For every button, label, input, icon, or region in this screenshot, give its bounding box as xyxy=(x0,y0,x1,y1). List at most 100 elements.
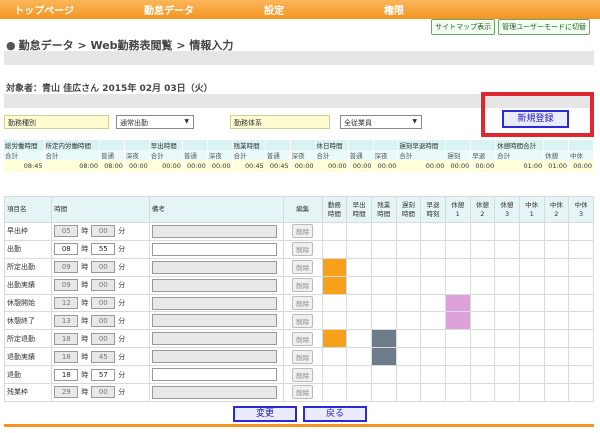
hour-unit: 時 xyxy=(81,263,89,272)
change-button[interactable]: 変更 xyxy=(233,406,297,422)
hour-input[interactable]: 29 xyxy=(54,386,79,399)
summary-value: 00:00 xyxy=(124,160,150,172)
remark-input[interactable] xyxy=(151,385,277,399)
remark-input[interactable] xyxy=(151,332,277,346)
delete-button[interactable]: 削除 xyxy=(292,260,314,275)
row-label: 休憩終了 xyxy=(3,311,53,331)
delete-button[interactable]: 削除 xyxy=(292,349,314,364)
table-row: 残業枠 29 時 00 分 削除 xyxy=(3,383,594,402)
hour-unit: 時 xyxy=(81,334,89,343)
summary-subheader: 休憩 xyxy=(543,150,570,160)
row-label: 残業枠 xyxy=(3,383,53,402)
hour-input[interactable]: 18 xyxy=(54,350,79,363)
hour-unit: 時 xyxy=(81,316,89,325)
remark-input[interactable] xyxy=(151,350,277,364)
summary-value: 00:45 xyxy=(265,160,291,172)
summary-group-header xyxy=(207,140,233,150)
work-system-select[interactable]: 全従業員 ▼ xyxy=(340,115,422,129)
remark-input[interactable] xyxy=(151,224,277,238)
hour-unit: 時 xyxy=(81,245,89,254)
timeline-cell-filled xyxy=(321,257,348,277)
nav-attendance-data[interactable]: 勤怠データ xyxy=(124,2,214,17)
work-type-select[interactable]: 通常出勤 ▼ xyxy=(116,115,194,129)
minute-unit: 分 xyxy=(118,370,126,379)
summary-value: 00:00 xyxy=(182,160,208,172)
remark-input[interactable] xyxy=(151,296,277,310)
new-register-button[interactable]: 新規登録 xyxy=(502,110,569,128)
delete-button[interactable]: 削除 xyxy=(292,367,314,382)
timeline-cell xyxy=(568,239,594,259)
minute-input[interactable]: 00 xyxy=(91,261,116,274)
summary-group-header: 所定内労働時間 xyxy=(44,140,101,150)
timeline-cell xyxy=(321,347,348,367)
time-cell: 08 時 55 分 xyxy=(51,239,150,259)
time-cell: 05 時 00 分 xyxy=(51,222,150,241)
summary-value: 00:00 xyxy=(315,160,349,172)
edit-cell: 削除 xyxy=(282,275,323,295)
remark-input[interactable] xyxy=(151,314,277,328)
minute-input[interactable]: 00 xyxy=(91,314,116,327)
hour-input[interactable]: 18 xyxy=(54,332,79,345)
delete-button[interactable]: 削除 xyxy=(292,313,314,328)
back-button[interactable]: 戻る xyxy=(303,406,367,422)
summary-group-header: 総労働時間 xyxy=(4,140,45,150)
minute-input[interactable]: 00 xyxy=(91,297,116,309)
summary-group-header xyxy=(290,140,316,150)
hour-input[interactable]: 08 xyxy=(54,243,79,256)
admin-mode-button[interactable]: 管理ユーザーモードに切替 xyxy=(498,19,590,35)
timeline-cell xyxy=(568,222,594,241)
timeline-cell xyxy=(346,347,372,367)
timeline-cell xyxy=(518,257,545,277)
minute-input[interactable]: 57 xyxy=(91,368,116,381)
delete-button[interactable]: 削除 xyxy=(292,296,314,310)
minute-input[interactable]: 00 xyxy=(91,225,116,238)
timeline-cell xyxy=(444,329,471,349)
hour-input[interactable]: 09 xyxy=(54,279,79,292)
sitemap-button[interactable]: サイトマップ表示 xyxy=(431,19,496,35)
hour-input[interactable]: 13 xyxy=(54,314,79,327)
hour-input[interactable]: 12 xyxy=(54,297,79,309)
table-row: 休憩開始 12 時 00 分 削除 xyxy=(3,293,594,313)
divider-bar xyxy=(4,51,594,65)
summary-subheader: 合計 xyxy=(315,150,349,160)
nav-permissions[interactable]: 権限 xyxy=(364,2,424,17)
minute-input[interactable]: 55 xyxy=(91,243,116,256)
summary-value: 00:00 xyxy=(207,160,233,172)
hour-input[interactable]: 09 xyxy=(54,261,79,274)
timeline-cell xyxy=(321,383,348,402)
summary-value: 00:00 xyxy=(397,160,447,172)
delete-button[interactable]: 削除 xyxy=(292,224,314,239)
nav-top-page[interactable]: トップページ xyxy=(4,2,84,17)
timeline-cell xyxy=(420,329,446,349)
summary-value: 00:00 xyxy=(149,160,183,172)
timeline-cell xyxy=(444,222,471,241)
timeline-cell xyxy=(469,383,496,402)
hour-input[interactable]: 18 xyxy=(54,368,79,381)
timeline-cell xyxy=(518,239,545,259)
hour-input[interactable]: 05 xyxy=(54,225,79,238)
nav-settings[interactable]: 設定 xyxy=(244,2,304,17)
remark-input[interactable] xyxy=(151,278,277,292)
delete-button[interactable]: 削除 xyxy=(292,331,314,346)
timeline-cell xyxy=(568,293,594,313)
delete-button[interactable]: 削除 xyxy=(292,385,314,400)
minute-input[interactable]: 45 xyxy=(91,350,116,363)
minute-input[interactable]: 00 xyxy=(91,386,116,399)
delete-button[interactable]: 削除 xyxy=(292,278,314,293)
timeline-cell xyxy=(494,329,520,349)
remark-input[interactable] xyxy=(151,368,277,382)
timeline-cell xyxy=(543,311,570,331)
hour-unit: 時 xyxy=(81,281,89,290)
summary-subheader: 合計 xyxy=(44,150,101,160)
remark-input[interactable] xyxy=(151,242,277,256)
remark-input[interactable] xyxy=(151,260,277,274)
table-row: 所定出勤 09 時 00 分 削除 xyxy=(3,257,594,277)
delete-button[interactable]: 削除 xyxy=(292,242,314,257)
timeline-cell xyxy=(444,383,471,402)
minute-input[interactable]: 00 xyxy=(91,279,116,292)
timeline-cell xyxy=(395,383,422,402)
table-row: 所定退勤 18 時 00 分 削除 xyxy=(3,329,594,349)
summary-subheader: 普通 xyxy=(99,150,125,160)
minute-input[interactable]: 00 xyxy=(91,332,116,345)
timeline-cell xyxy=(469,257,496,277)
